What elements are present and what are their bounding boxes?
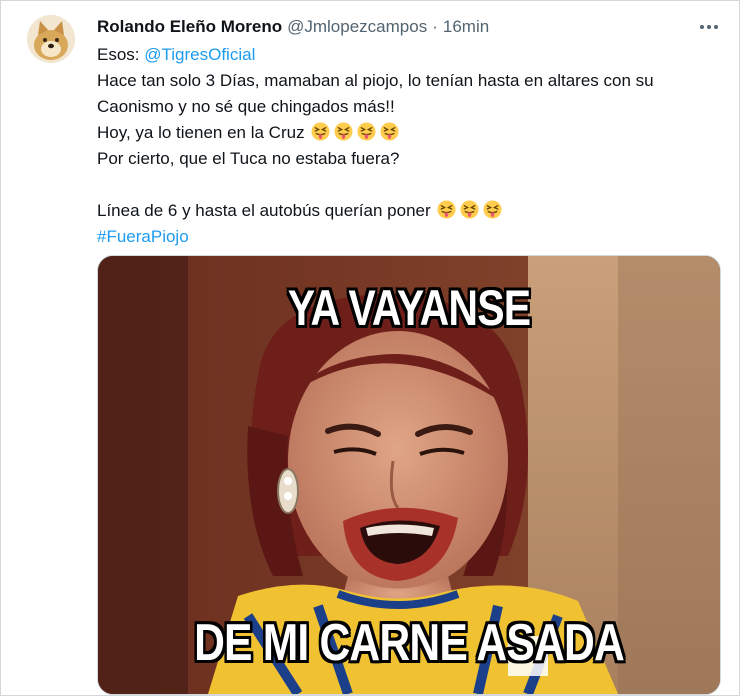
squinting-face-with-tongue-emoji-icon	[380, 122, 399, 141]
tweet-line: Hace tan solo 3 Días, mamaban al piojo, …	[97, 71, 654, 90]
tweet-timestamp[interactable]: 16min	[443, 17, 489, 37]
tweet-line: Esos: @TigresOficial	[97, 42, 717, 68]
hashtag-link[interactable]: #FueraPiojo	[97, 227, 189, 246]
tweet-line: Línea de 6 y hasta el autobús querían po…	[97, 198, 717, 224]
mention-link[interactable]: @TigresOficial	[144, 45, 255, 64]
meme-caption-top: YA VAYANSE	[287, 280, 531, 336]
author-display-name[interactable]: Rolando Eleño Moreno	[97, 17, 282, 37]
author-handle[interactable]: @Jmlopezcampos	[287, 17, 427, 37]
tweet-line: #FueraPiojo	[97, 224, 717, 250]
tweet-line: Caonismo y no sé que chingados más!!	[97, 97, 395, 116]
separator-dot: ·	[432, 17, 438, 36]
more-options-button[interactable]	[695, 15, 723, 39]
more-options-icon-dot	[714, 25, 718, 29]
meme-caption-bottom: DE MI CARNE ASADA	[194, 614, 625, 672]
squinting-face-with-tongue-emoji-icon	[437, 200, 456, 219]
tweet-line-text: Línea de 6 y hasta el autobús querían po…	[97, 201, 431, 220]
squinting-face-with-tongue-emoji-icon	[460, 200, 479, 219]
squinting-face-with-tongue-emoji-icon	[334, 122, 353, 141]
squinting-face-with-tongue-emoji-icon	[357, 122, 376, 141]
more-options-icon-dot	[707, 25, 711, 29]
squinting-face-with-tongue-emoji-icon	[311, 122, 330, 141]
tweet-card[interactable]: Rolando Eleño Moreno @Jmlopezcampos · 16…	[0, 0, 740, 696]
tweet-line: Por cierto, que el Tuca no estaba fuera?	[97, 149, 400, 168]
tweet-text: Esos: @TigresOficial Hace tan solo 3 Día…	[97, 42, 717, 250]
tweet-media-image[interactable]: YA VAYANSE DE MI CARNE ASADA	[97, 255, 721, 695]
doge-avatar-icon	[27, 15, 75, 63]
more-options-icon	[700, 25, 704, 29]
squinting-face-with-tongue-emoji-icon	[483, 200, 502, 219]
tweet-line: Hoy, ya lo tienen en la Cruz	[97, 120, 717, 146]
avatar[interactable]	[27, 15, 75, 63]
tweet-header: Rolando Eleño Moreno @Jmlopezcampos · 16…	[97, 15, 489, 39]
tweet-line-text: Hoy, ya lo tienen en la Cruz	[97, 123, 305, 142]
tweet-line-prefix: Esos:	[97, 45, 145, 64]
